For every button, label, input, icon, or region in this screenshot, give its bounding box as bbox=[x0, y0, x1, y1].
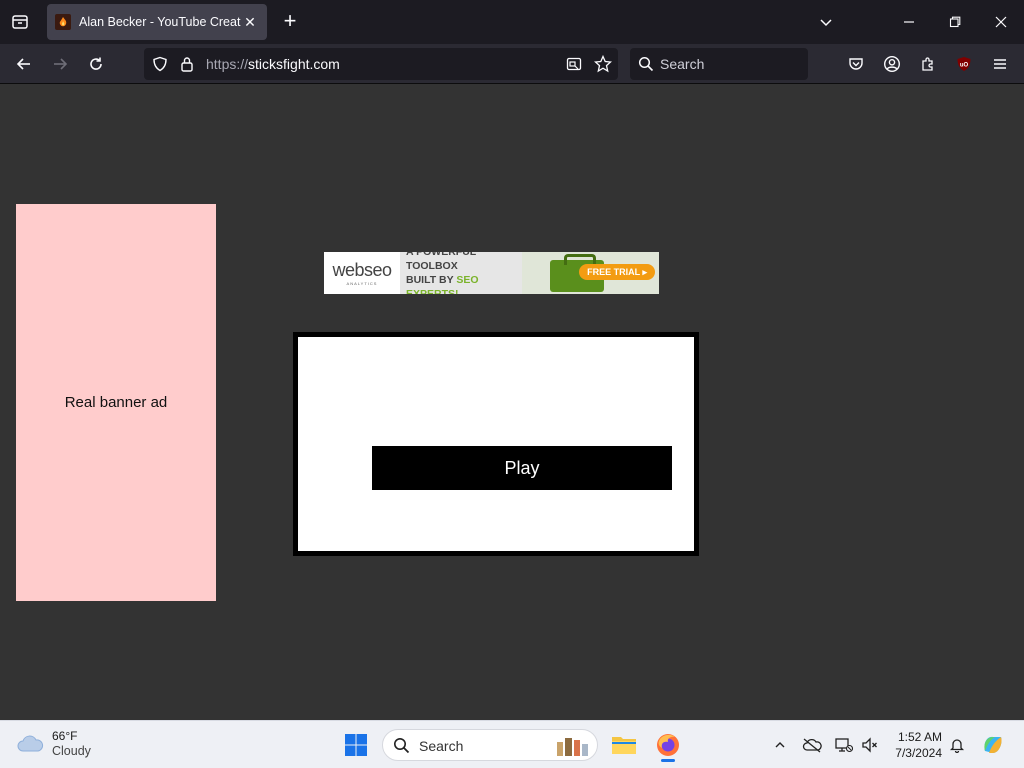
play-button[interactable]: Play bbox=[372, 446, 672, 490]
volume-muted-icon[interactable] bbox=[860, 735, 880, 755]
cloud-icon bbox=[16, 734, 44, 754]
file-explorer-icon[interactable] bbox=[608, 729, 640, 761]
close-window-icon[interactable] bbox=[987, 8, 1015, 36]
tab-active[interactable]: Alan Becker - YouTube Creator ✕ bbox=[47, 4, 267, 40]
weather-widget[interactable]: 66°F Cloudy bbox=[16, 729, 91, 759]
network-icon[interactable] bbox=[834, 735, 854, 755]
clock-time: 1:52 AM bbox=[897, 730, 942, 744]
webseo-logo-subtext: ANALYTICS bbox=[346, 281, 378, 286]
ad-tagline: A POWERFUL TOOLBOX BUILT BY SEO EXPERTS! bbox=[400, 252, 522, 294]
forward-arrow-icon[interactable] bbox=[46, 50, 74, 78]
ad-tagline-prefix: BUILT BY bbox=[406, 274, 457, 286]
top-banner-ad[interactable]: webseo ANALYTICS A POWERFUL TOOLBOX BUIL… bbox=[324, 252, 659, 294]
windows-start-icon[interactable] bbox=[340, 729, 372, 761]
search-placeholder: Search bbox=[660, 56, 705, 72]
minimize-icon[interactable] bbox=[895, 8, 923, 36]
navigation-bar: https://sticksfight.com Search uO bbox=[0, 44, 1024, 84]
copilot-icon[interactable] bbox=[980, 732, 1006, 758]
svg-text:uO: uO bbox=[960, 63, 969, 69]
game-frame: Play bbox=[293, 332, 699, 556]
active-app-indicator bbox=[661, 759, 675, 762]
url-host: sticksfight.com bbox=[248, 56, 340, 72]
tab-title: Alan Becker - YouTube Creator bbox=[79, 15, 241, 29]
ad-tagline-line1: A POWERFUL TOOLBOX bbox=[406, 252, 476, 272]
clock[interactable]: 1:52 AM 7/3/2024 bbox=[888, 729, 942, 761]
webseo-logo: webseo ANALYTICS bbox=[324, 252, 400, 294]
taskbar-search-icon bbox=[393, 737, 410, 759]
ublock-origin-icon[interactable]: uO bbox=[950, 50, 978, 78]
onedrive-offline-icon[interactable] bbox=[802, 735, 822, 755]
side-banner-ad[interactable]: Real banner ad bbox=[16, 204, 216, 601]
bookmark-star-icon[interactable] bbox=[593, 54, 613, 78]
back-arrow-icon[interactable] bbox=[10, 50, 38, 78]
tab-strip: Alan Becker - YouTube Creator ✕ + bbox=[0, 0, 1024, 44]
firefox-taskbar-icon[interactable] bbox=[652, 729, 684, 762]
new-tab-icon[interactable]: + bbox=[278, 10, 302, 34]
free-trial-button[interactable]: FREE TRIAL ▸ bbox=[579, 264, 655, 280]
shield-icon[interactable] bbox=[152, 56, 168, 77]
ad-graphic: FREE TRIAL ▸ bbox=[522, 252, 659, 294]
search-bar[interactable]: Search bbox=[630, 48, 808, 80]
search-highlight-icon bbox=[553, 734, 593, 763]
search-icon bbox=[638, 56, 654, 77]
reload-icon[interactable] bbox=[82, 50, 110, 78]
taskbar-search-label: Search bbox=[419, 738, 464, 754]
extensions-puzzle-icon[interactable] bbox=[914, 50, 942, 78]
lock-icon[interactable] bbox=[180, 56, 194, 77]
ad-tagline-line2: BUILT BY SEO EXPERTS! bbox=[406, 273, 522, 294]
taskbar-search[interactable]: Search bbox=[382, 729, 598, 761]
pocket-icon[interactable] bbox=[842, 50, 870, 78]
url-text: https://sticksfight.com bbox=[206, 56, 340, 72]
tray-overflow-chevron-icon[interactable] bbox=[770, 735, 790, 755]
restore-icon[interactable] bbox=[941, 8, 969, 36]
address-bar[interactable]: https://sticksfight.com bbox=[144, 48, 618, 80]
tab-list-icon[interactable] bbox=[8, 10, 32, 34]
weather-condition: Cloudy bbox=[52, 744, 91, 758]
page-content: Real banner ad webseo ANALYTICS A POWERF… bbox=[0, 85, 1024, 720]
notification-bell-icon[interactable] bbox=[947, 735, 967, 755]
flame-icon bbox=[55, 14, 71, 30]
weather-temperature: 66°F bbox=[52, 729, 78, 743]
tab-overflow-chevron-icon[interactable] bbox=[812, 8, 840, 36]
webseo-logo-text: webseo bbox=[332, 260, 392, 280]
account-icon[interactable] bbox=[878, 50, 906, 78]
taskbar: 66°F Cloudy Search 1:52 AM 7/3/2024 bbox=[0, 720, 1024, 768]
url-scheme: https:// bbox=[206, 56, 249, 72]
menu-hamburger-icon[interactable] bbox=[986, 50, 1014, 78]
side-banner-ad-label: Real banner ad bbox=[64, 394, 168, 411]
clock-date: 7/3/2024 bbox=[895, 746, 942, 760]
close-tab-icon[interactable]: ✕ bbox=[241, 13, 259, 31]
reader-view-icon[interactable] bbox=[566, 56, 582, 77]
